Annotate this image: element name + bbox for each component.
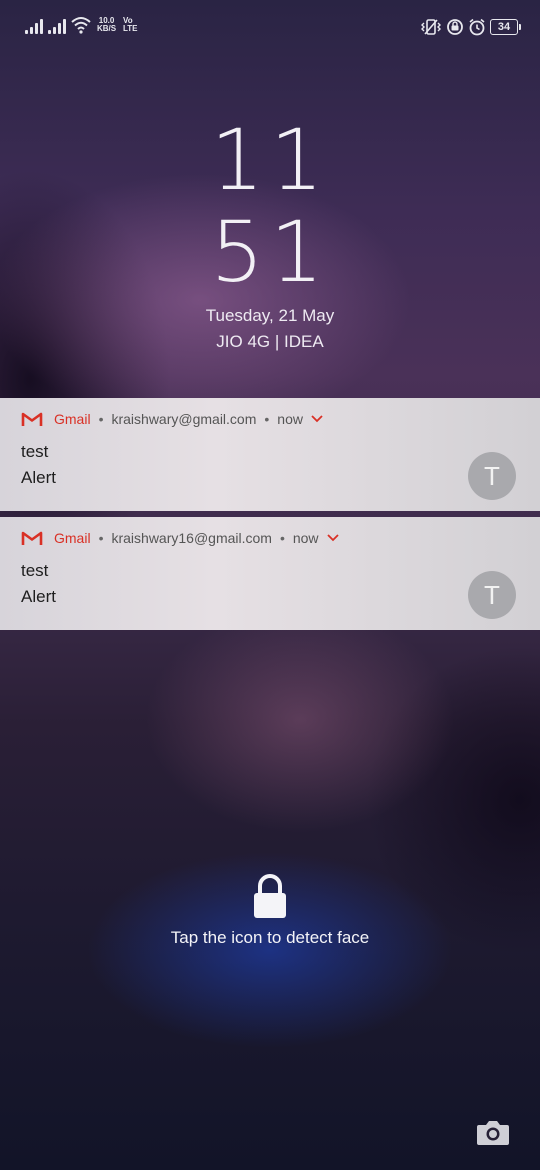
clock-hour: 11: [210, 111, 330, 209]
gmail-icon: [21, 531, 43, 545]
alarm-icon: [469, 18, 485, 36]
clock-minute: 51: [210, 203, 330, 301]
camera-icon[interactable]: [476, 1118, 510, 1146]
signal-icon: [25, 18, 43, 34]
account-email: kraishwary@gmail.com: [111, 411, 257, 427]
chevron-down-icon[interactable]: [326, 534, 339, 542]
gmail-icon: [21, 412, 43, 426]
battery-icon: 34: [490, 19, 521, 35]
status-icons-right: 34: [420, 16, 521, 38]
notification-header: Gmail • kraishwary@gmail.com • now: [21, 410, 323, 428]
status-bar: 10.0 KB/S Vo LTE 34: [0, 0, 540, 56]
notification-card[interactable]: Gmail • kraishwary@gmail.com • now test …: [0, 398, 540, 511]
notification-card[interactable]: Gmail • kraishwary16@gmail.com • now tes…: [0, 517, 540, 630]
account-email: kraishwary16@gmail.com: [111, 530, 272, 546]
date-label: Tuesday, 21 May: [205, 306, 335, 325]
notification-header: Gmail • kraishwary16@gmail.com • now: [21, 529, 339, 547]
avatar: T: [468, 571, 516, 619]
volte-indicator: Vo LTE: [123, 16, 138, 33]
app-name: Gmail: [54, 411, 91, 427]
wifi-icon: [71, 17, 91, 34]
network-speed: 10.0 KB/S: [97, 16, 117, 33]
face-unlock-hint: Tap the icon to detect face: [170, 928, 370, 947]
app-name: Gmail: [54, 530, 91, 546]
notification-time: now: [277, 411, 303, 427]
signal-icon: [48, 18, 66, 34]
vibrate-icon: [421, 19, 441, 35]
lock-icon[interactable]: [252, 873, 288, 919]
avatar: T: [468, 452, 516, 500]
notification-body: Alert: [21, 587, 56, 606]
notification-title: test: [21, 442, 49, 461]
notification-title: test: [21, 561, 49, 580]
data-saver-icon: [447, 19, 463, 35]
carrier-label: JIO 4G | IDEA: [216, 332, 324, 351]
notification-body: Alert: [21, 468, 56, 487]
notification-time: now: [292, 530, 319, 546]
chevron-down-icon[interactable]: [311, 415, 323, 423]
